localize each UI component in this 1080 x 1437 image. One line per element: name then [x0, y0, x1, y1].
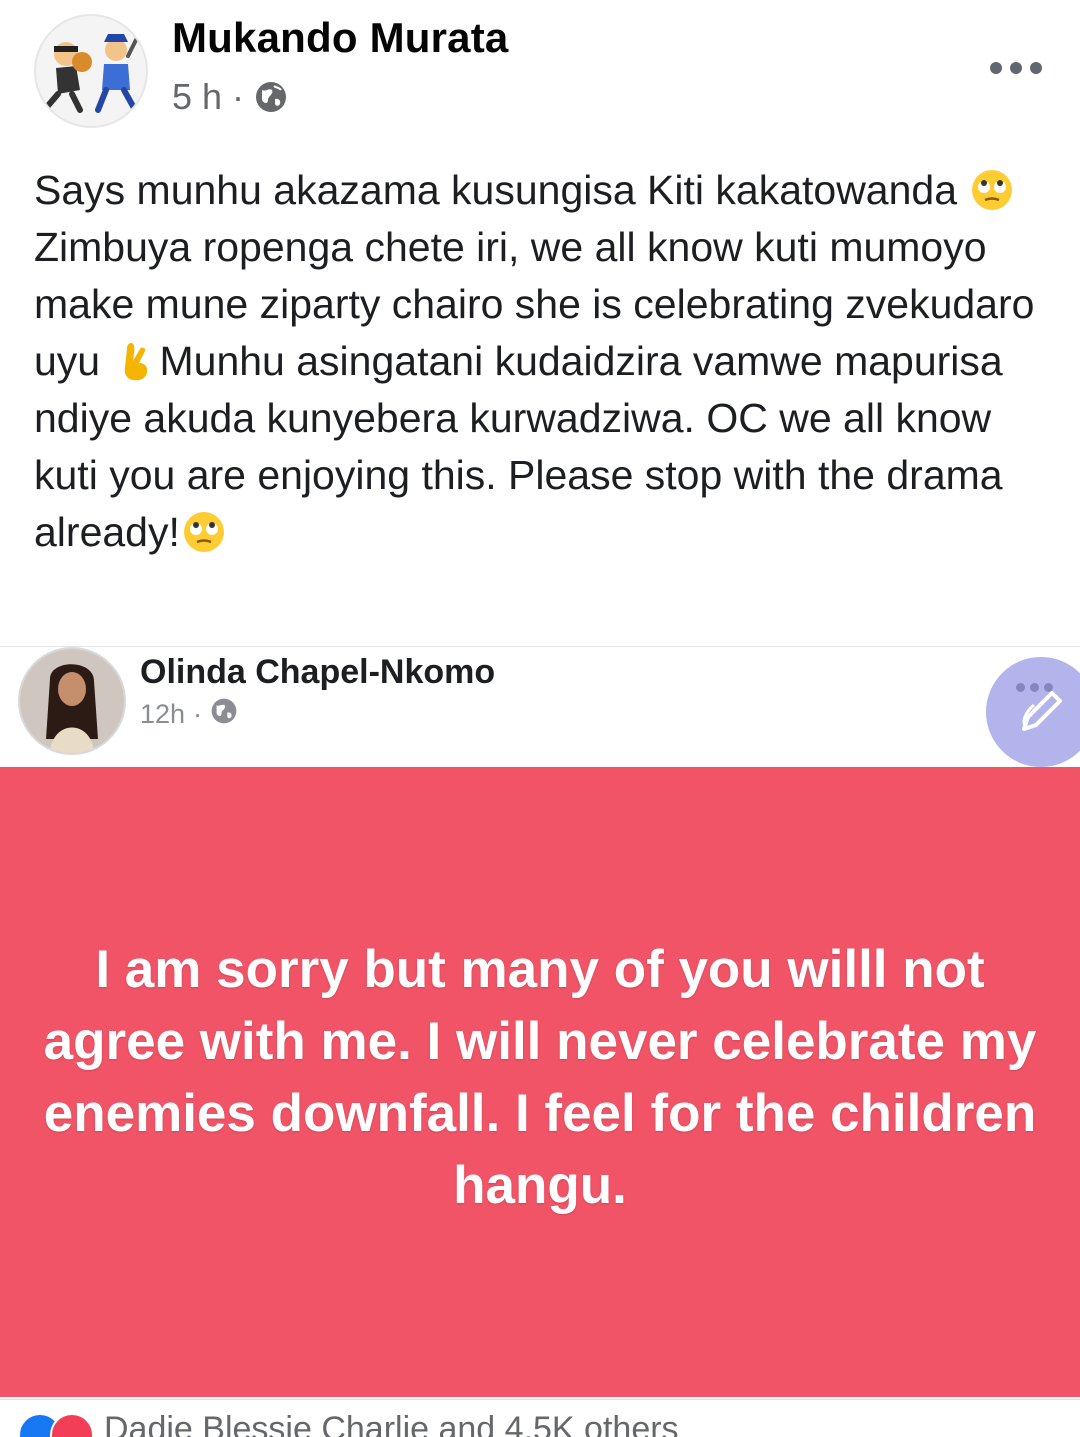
- post-time[interactable]: 5 h: [172, 76, 222, 118]
- shared-meta-separator: ·: [193, 699, 203, 729]
- shared-post: Olinda Chapel-Nkomo 12h · I am sorry but…: [0, 646, 1080, 1437]
- more-icon[interactable]: [990, 56, 1050, 80]
- crossed-fingers-emoji: [124, 343, 147, 381]
- shared-author-avatar[interactable]: [18, 647, 126, 755]
- post-text-part-3: Munhu asingatani kudaidzira vamwe mapuri…: [34, 338, 1003, 555]
- shared-post-meta: 12h ·: [140, 697, 238, 732]
- shared-author-name[interactable]: Olinda Chapel-Nkomo: [140, 653, 495, 692]
- author-name[interactable]: Mukando Murata: [172, 14, 508, 62]
- eye-roll-emoji: [972, 170, 1013, 210]
- reaction-icons: [18, 1413, 94, 1437]
- post-text: Says munhu akazama kusungisa Kiti kakato…: [34, 162, 1054, 561]
- globe-icon: [254, 80, 288, 114]
- love-reaction-icon: [50, 1413, 94, 1437]
- post-text-part-1: Says munhu akazama kusungisa Kiti kakato…: [34, 167, 969, 213]
- meta-separator: ·: [232, 76, 245, 117]
- reactions-summary[interactable]: Dadie Blessie Charlie and 4.5K others: [104, 1410, 679, 1437]
- shared-post-time[interactable]: 12h: [140, 699, 185, 730]
- author-avatar[interactable]: [34, 14, 148, 128]
- edit-pencil-icon[interactable]: [986, 657, 1080, 767]
- eye-roll-emoji-end: [183, 512, 224, 552]
- shared-post-message: I am sorry but many of you willl not agr…: [43, 940, 1037, 1215]
- post-header: Mukando Murata 5 h ·: [0, 0, 1080, 140]
- status-background: I am sorry but many of you willl not agr…: [0, 767, 1080, 1397]
- shared-globe-icon: [210, 697, 238, 732]
- post-meta: 5 h ·: [172, 76, 288, 118]
- reactions-bar[interactable]: Dadie Blessie Charlie and 4.5K others: [0, 1399, 1080, 1437]
